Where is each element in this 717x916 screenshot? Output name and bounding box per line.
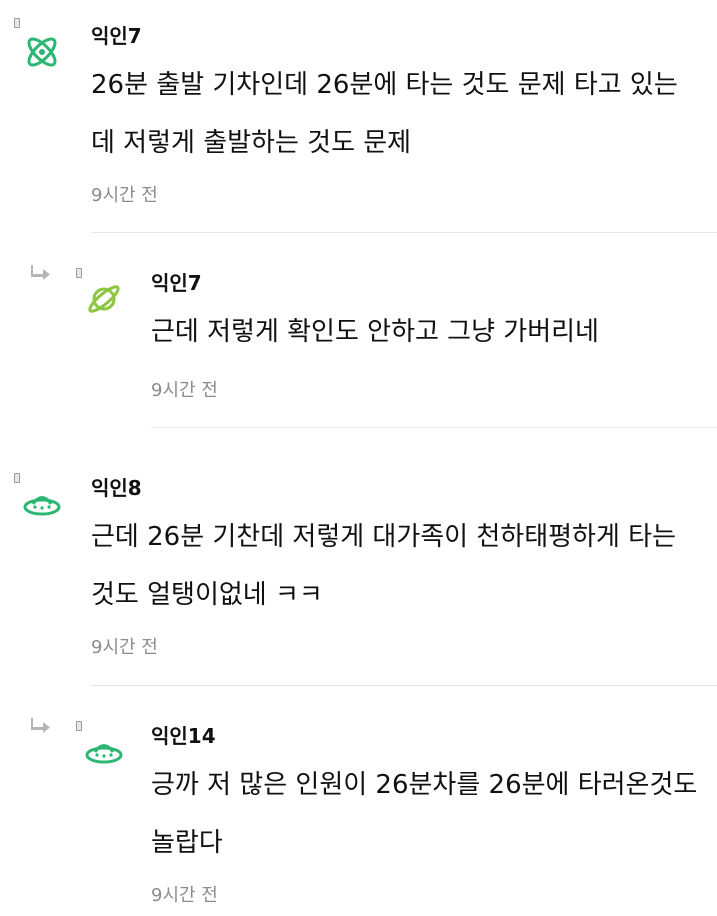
comment-timestamp: 9시간 전: [91, 637, 158, 658]
atom-icon[interactable]: [22, 32, 62, 72]
comment-text: 긍까 저 많은 인원이 26분차를 26분에 타러온것도 놀랍다: [151, 770, 698, 858]
planet-icon[interactable]: [84, 279, 124, 319]
reply-arrow-icon: [31, 265, 50, 280]
badge-marker-icon: [76, 721, 82, 731]
comment-item: 익인7 26분 출발 기차인데 26분에 타는 것도 문제 타고 있는데 저렇게…: [0, 0, 717, 233]
comment-nickname: 익인7: [151, 271, 202, 295]
reply-arrow-icon: [31, 718, 50, 733]
comment-text: 26분 출발 기차인데 26분에 타는 것도 문제 타고 있는데 저렇게 출발하…: [91, 70, 678, 158]
badge-marker-icon: [76, 268, 82, 278]
comment-timestamp: 9시간 전: [151, 885, 218, 906]
comment-nickname: 익인14: [151, 724, 216, 748]
comment-reply-item: 익인7 근데 저렇게 확인도 안하고 그냥 가버리네 9시간 전: [0, 233, 717, 428]
comment-item: 익인8 근데 26분 기찬데 저렇게 대가족이 천하태평하게 타는 것도 얼탱이…: [0, 428, 717, 686]
comment-text: 근데 저렇게 확인도 안하고 그냥 가버리네: [151, 317, 599, 347]
ufo-icon[interactable]: [84, 732, 124, 772]
comment-timestamp: 9시간 전: [151, 380, 218, 401]
comment-nickname: 익인8: [91, 476, 142, 500]
comment-text: 근데 26분 기찬데 저렇게 대가족이 천하태평하게 타는 것도 얼탱이없네 ㅋ…: [91, 522, 676, 610]
badge-marker-icon: [14, 18, 20, 28]
badge-marker-icon: [14, 473, 20, 483]
comment-nickname: 익인7: [91, 24, 142, 48]
comment-reply-item: 익인14 긍까 저 많은 인원이 26분차를 26분에 타러온것도 놀랍다 9시…: [0, 686, 717, 916]
comment-timestamp: 9시간 전: [91, 185, 158, 206]
ufo-icon[interactable]: [22, 484, 62, 524]
